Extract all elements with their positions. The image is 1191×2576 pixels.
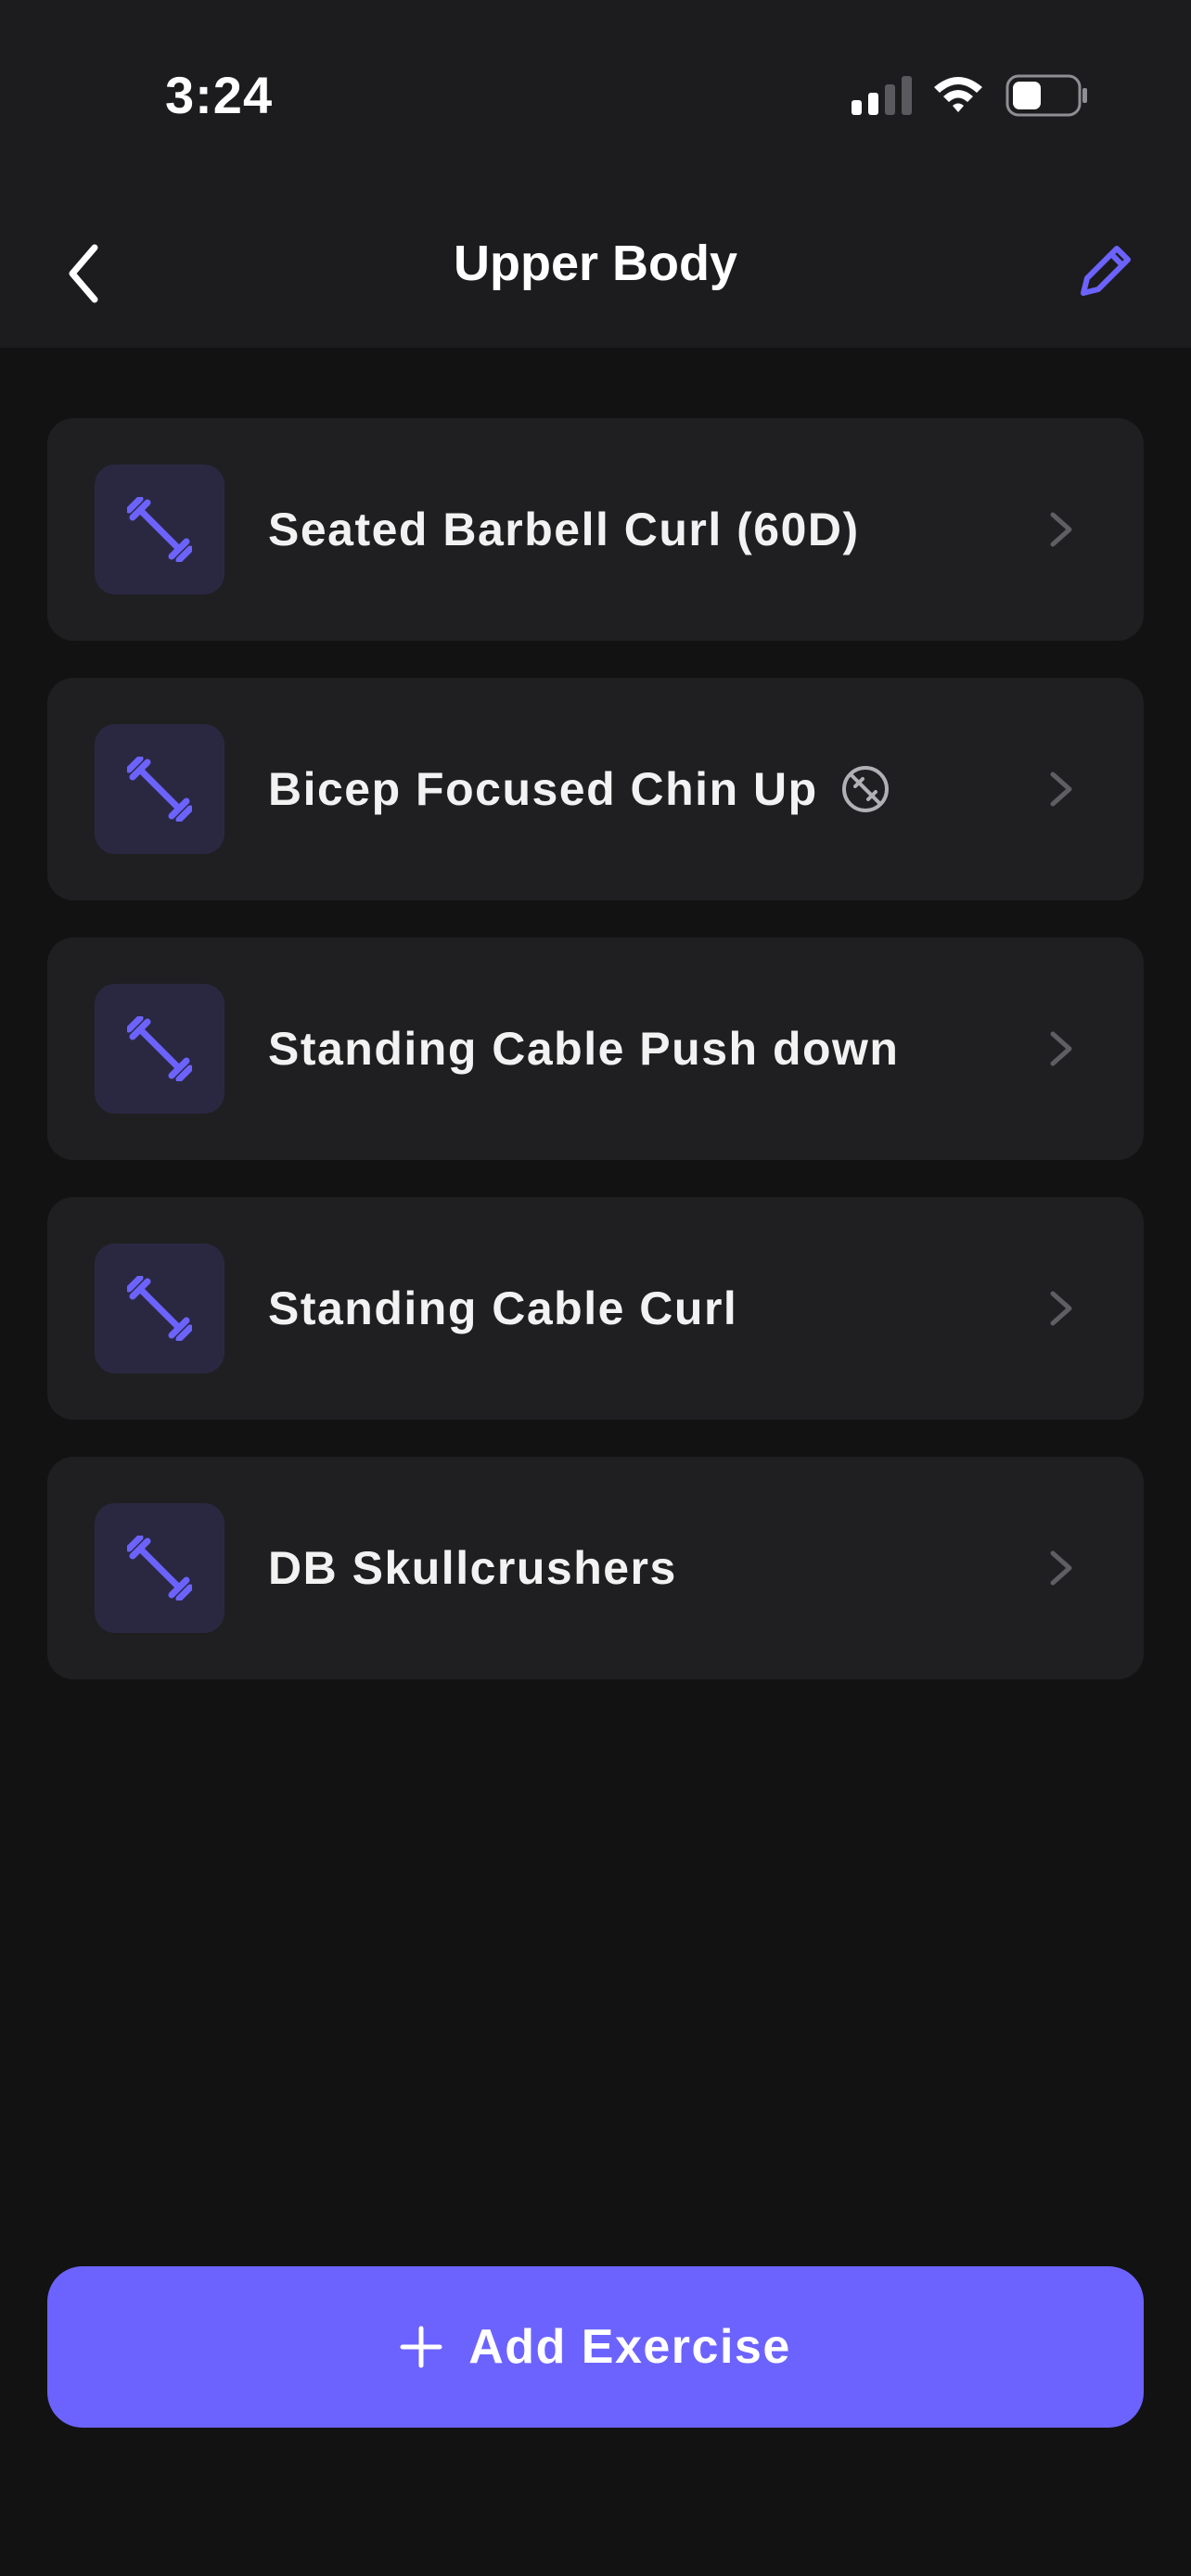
exercise-name: Seated Barbell Curl (60D) <box>268 504 860 555</box>
chevron-right-icon <box>1050 1291 1072 1326</box>
page-title: Upper Body <box>453 236 738 291</box>
chevron-right-icon <box>1050 772 1072 807</box>
dumbbell-icon <box>127 757 192 822</box>
edit-button[interactable] <box>1074 237 1139 302</box>
battery-icon <box>1005 74 1087 117</box>
exercise-thumbnail <box>95 465 224 594</box>
no-equipment-icon <box>841 765 889 812</box>
add-exercise-label: Add Exercise <box>468 2320 791 2374</box>
dumbbell-icon <box>127 497 192 562</box>
cellular-signal-icon <box>852 76 912 115</box>
exercise-thumbnail <box>95 984 224 1114</box>
status-time: 3:24 <box>165 66 274 124</box>
status-bar: 3:24 <box>0 0 1191 195</box>
exercise-thumbnail <box>95 724 224 854</box>
chevron-right-icon <box>1050 1550 1072 1586</box>
dumbbell-icon <box>127 1276 192 1341</box>
exercise-card[interactable]: Seated Barbell Curl (60D) <box>47 418 1144 641</box>
exercise-name: Bicep Focused Chin Up <box>268 678 890 900</box>
plus-icon <box>400 2326 442 2368</box>
pencil-icon <box>1081 246 1131 296</box>
exercise-thumbnail <box>95 1243 224 1373</box>
exercise-card[interactable]: Standing Cable Push down <box>47 937 1144 1160</box>
nav-bar: Upper Body <box>0 195 1191 348</box>
exercise-name-text: Bicep Focused Chin Up <box>268 763 818 815</box>
exercise-thumbnail <box>95 1503 224 1633</box>
exercise-list: Seated Barbell Curl (60D) Bicep Focused … <box>47 418 1144 1716</box>
exercise-card[interactable]: Bicep Focused Chin Up <box>47 678 1144 900</box>
dumbbell-icon <box>127 1536 192 1600</box>
exercise-card[interactable]: DB Skullcrushers <box>47 1457 1144 1679</box>
dumbbell-icon <box>127 1016 192 1081</box>
exercise-card[interactable]: Standing Cable Curl <box>47 1197 1144 1420</box>
exercise-name: DB Skullcrushers <box>268 1542 677 1594</box>
exercise-name: Standing Cable Push down <box>268 1023 900 1075</box>
chevron-right-icon <box>1050 1031 1072 1066</box>
chevron-right-icon <box>1050 512 1072 547</box>
add-exercise-button[interactable]: Add Exercise <box>47 2266 1144 2428</box>
exercise-name: Standing Cable Curl <box>268 1282 738 1334</box>
wifi-icon <box>934 77 982 112</box>
